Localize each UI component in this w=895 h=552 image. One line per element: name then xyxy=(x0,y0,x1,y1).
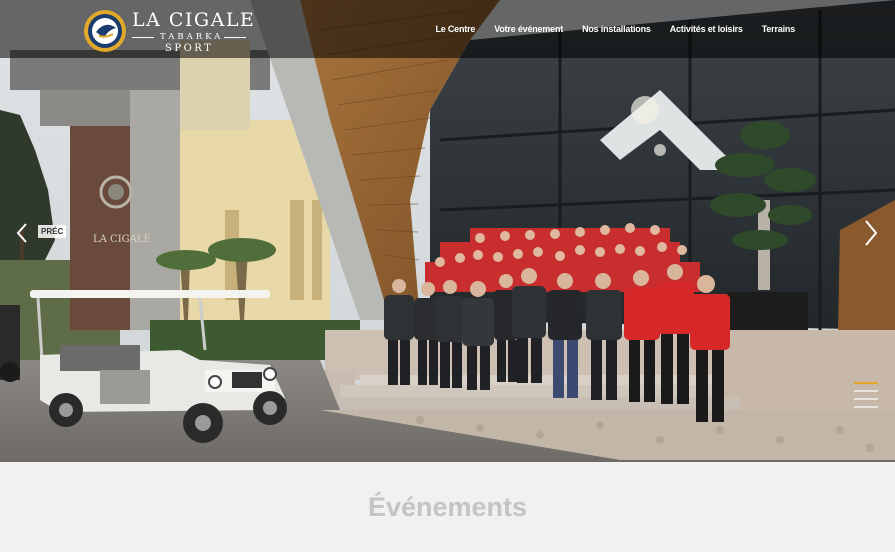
logo-emblem-icon xyxy=(84,10,126,52)
nav-item-votre-evenement[interactable]: Votre événement xyxy=(494,24,563,34)
main-nav: Le Centre Votre événement Nos installati… xyxy=(416,24,795,34)
logo-rule-right xyxy=(224,37,246,38)
hero-photo: LA CIGALE xyxy=(0,0,895,462)
slide-menu-icon[interactable] xyxy=(852,380,880,410)
hero-slider: LA CIGALE PRÉC xyxy=(0,0,895,462)
logo-subtitle-sport: SPORT xyxy=(165,43,214,54)
site-header: LA CIGALE TABARKA SPORT Le Centre Votre … xyxy=(0,0,895,58)
slider-next-arrow-icon[interactable] xyxy=(862,218,880,248)
building-sign: LA CIGALE xyxy=(93,234,151,245)
site-logo[interactable]: LA CIGALE TABARKA SPORT xyxy=(82,6,256,54)
nav-item-terrains[interactable]: Terrains xyxy=(762,24,795,34)
slider-prev-button[interactable]: PRÉC xyxy=(38,225,67,238)
nav-item-le-centre[interactable]: Le Centre xyxy=(435,24,475,34)
nav-item-nos-installations[interactable]: Nos installations xyxy=(582,24,651,34)
logo-rule-left xyxy=(132,37,154,38)
slider-prev-arrow-icon[interactable] xyxy=(14,222,30,244)
logo-subtitle: TABARKA xyxy=(160,32,224,42)
events-heading: Événements xyxy=(367,492,528,522)
events-section: Événements xyxy=(0,462,895,552)
nav-item-activites-loisirs[interactable]: Activités et loisirs xyxy=(670,24,743,34)
logo-title: LA CIGALE xyxy=(132,9,256,31)
